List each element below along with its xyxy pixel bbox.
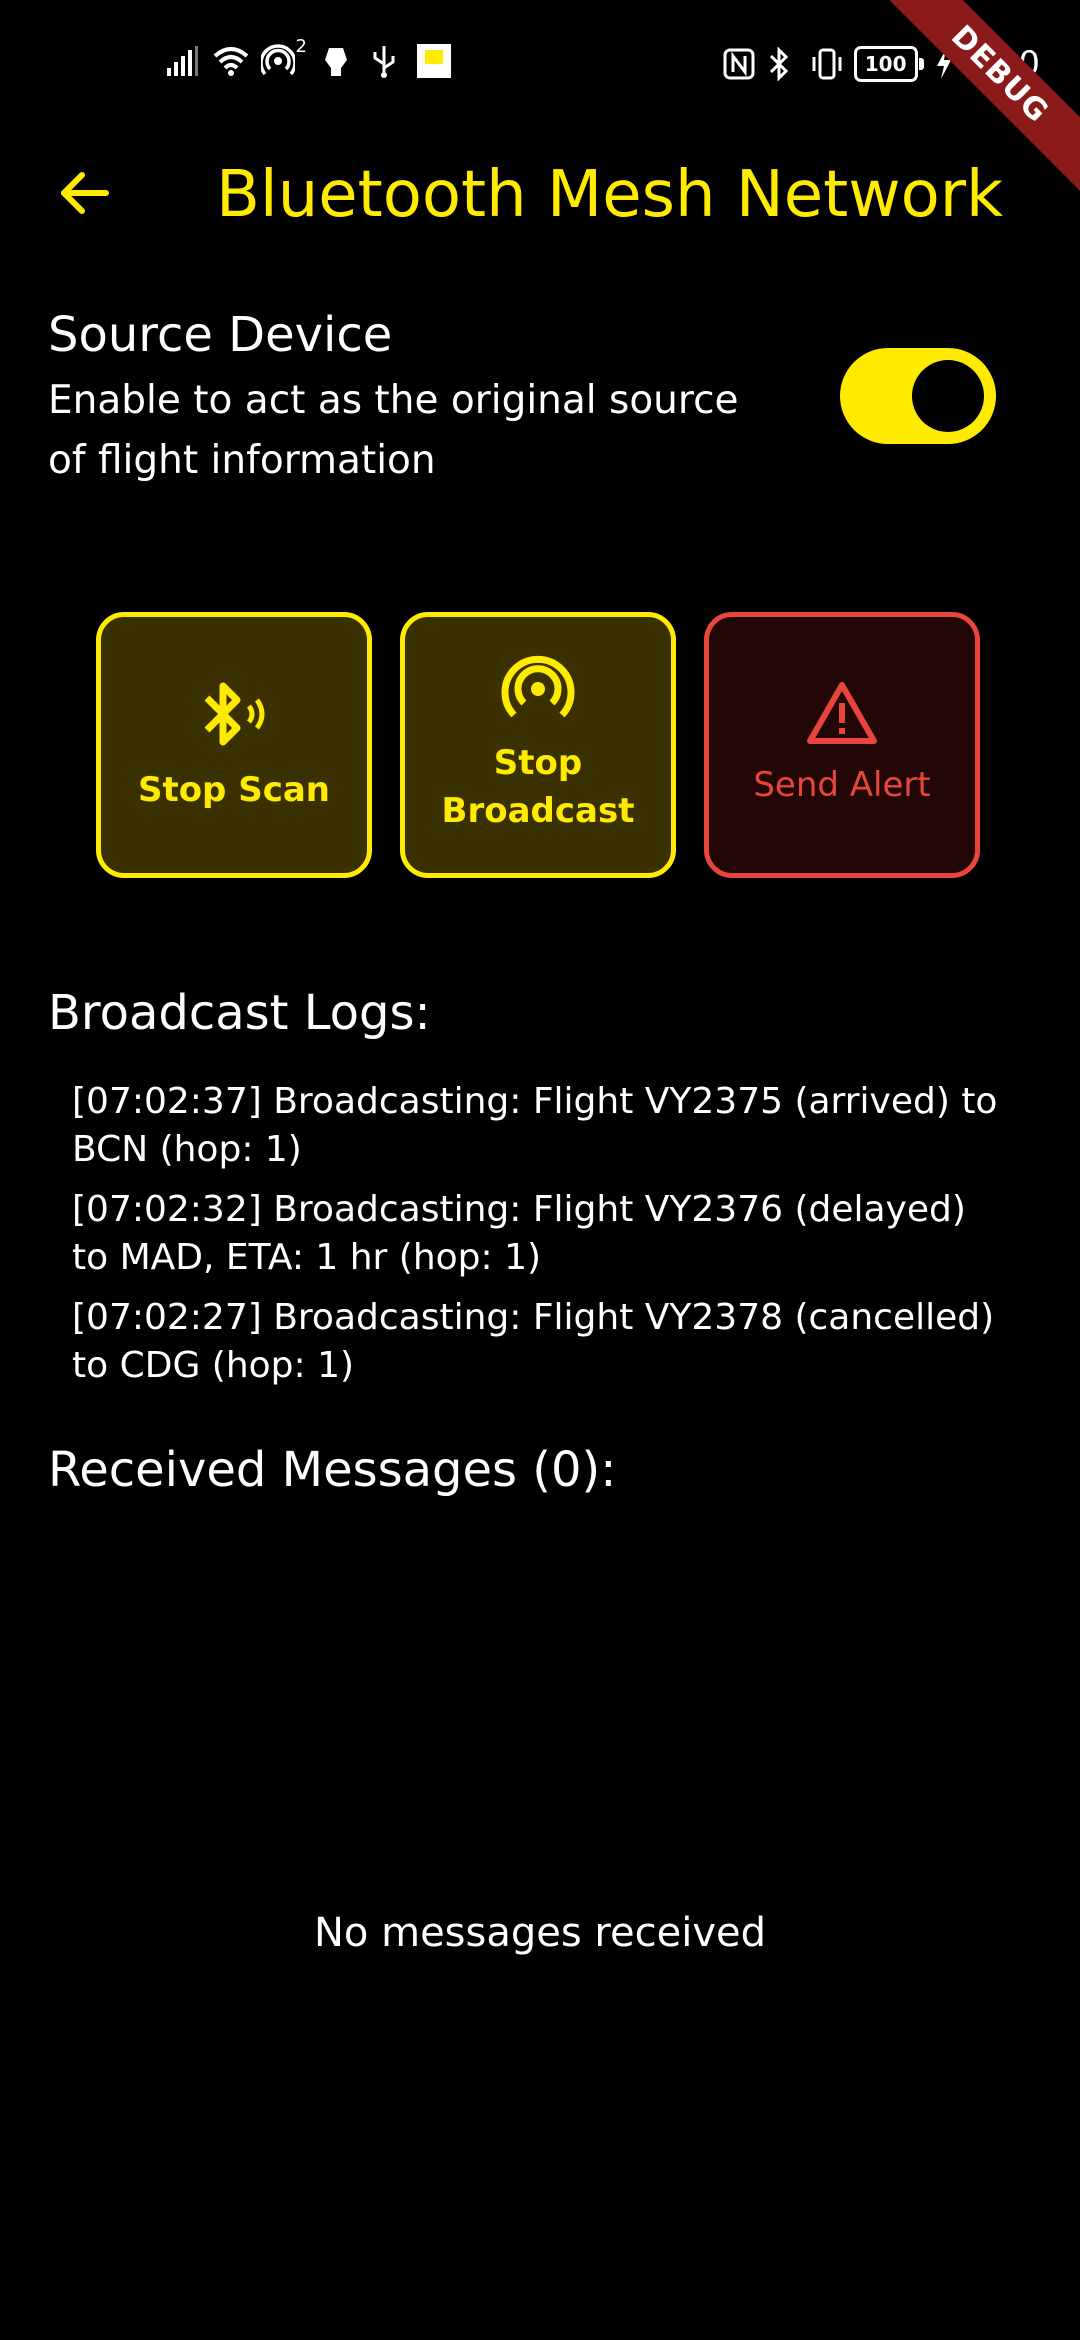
source-device-section: Source Device Enable to act as the origi… <box>48 303 788 491</box>
source-device-description: Enable to act as the original source of … <box>48 378 739 483</box>
battery-icon: 100 <box>853 46 924 82</box>
send-alert-button[interactable]: Send Alert <box>704 612 980 878</box>
broadcast-icon <box>500 655 576 729</box>
source-device-title: Source Device <box>48 307 393 363</box>
stop-broadcast-button[interactable]: Stop Broadcast <box>400 612 676 878</box>
arrow-back-icon <box>56 165 112 225</box>
app-thumbnail-icon <box>417 44 451 78</box>
usb-icon <box>369 44 403 78</box>
bluetooth-searching-icon <box>199 676 269 756</box>
hotspot-icon: 2 <box>259 36 307 78</box>
hotspot-count: 2 <box>295 36 307 57</box>
nfc-icon <box>722 47 756 81</box>
page-title: Bluetooth Mesh Network <box>216 158 1004 232</box>
log-entry: [07:02:37] Broadcasting: Flight VY2375 (… <box>72 1081 998 1170</box>
warning-icon <box>806 681 878 751</box>
send-alert-label: Send Alert <box>753 765 931 805</box>
log-entry: [07:02:27] Broadcasting: Flight VY2378 (… <box>72 1297 995 1386</box>
log-entry: [07:02:32] Broadcasting: Flight VY2376 (… <box>72 1189 966 1278</box>
stop-broadcast-label-line2: Broadcast <box>441 791 635 831</box>
app-bar: Bluetooth Mesh Network <box>0 135 1080 250</box>
wifi-icon <box>213 44 249 78</box>
signal-icon <box>165 44 199 78</box>
stop-scan-button[interactable]: Stop Scan <box>96 612 372 878</box>
notification-app-icon <box>321 44 355 78</box>
bluetooth-icon <box>766 46 800 82</box>
back-button[interactable] <box>44 155 124 235</box>
empty-state-text: No messages received <box>314 1910 766 1956</box>
stop-broadcast-label-line1: Stop <box>493 743 583 783</box>
vibrate-icon <box>810 47 844 81</box>
status-bar-left: 2 <box>165 36 451 78</box>
battery-level: 100 <box>864 52 907 76</box>
stop-scan-label: Stop Scan <box>137 770 331 810</box>
broadcast-logs-list: [07:02:37] Broadcasting: Flight VY2375 (… <box>72 1078 1012 1402</box>
action-buttons: Stop Scan Stop Broadcast Send Alert <box>96 612 980 878</box>
broadcast-logs-title: Broadcast Logs: <box>48 985 431 1041</box>
toggle-knob <box>912 360 984 432</box>
source-device-toggle[interactable] <box>840 348 996 444</box>
received-messages-title: Received Messages (0): <box>48 1442 617 1498</box>
